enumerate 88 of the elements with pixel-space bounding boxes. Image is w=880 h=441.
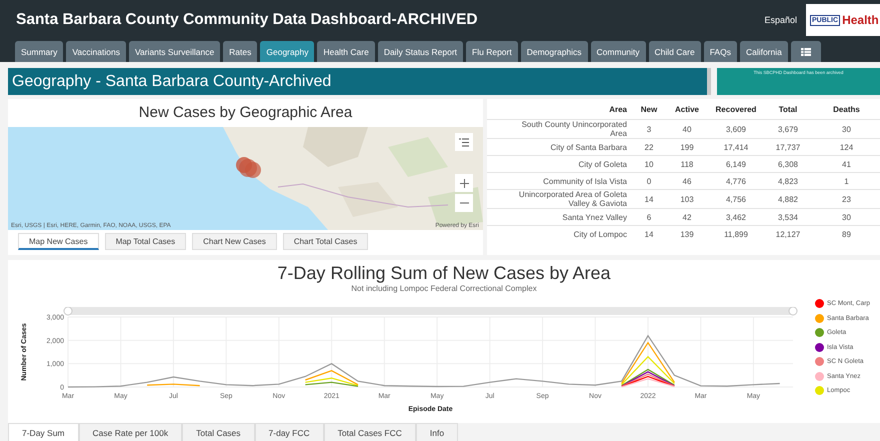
table-cell: 14 (633, 225, 665, 242)
table-cell: Unincorporated Area of Goleta Valley & Gaviota (487, 189, 633, 208)
table-icon-tab[interactable] (790, 41, 821, 62)
table-cell: 12,127 (763, 225, 813, 242)
table-cell: 6 (633, 208, 665, 225)
table-cell: 3,679 (763, 119, 813, 138)
nav-tab[interactable]: Demographics (520, 41, 588, 62)
legend-button[interactable] (455, 133, 473, 151)
nav-tab[interactable]: Summary (15, 41, 64, 62)
minus-icon (460, 202, 468, 204)
chart-tab[interactable]: Info (416, 423, 458, 441)
table-cell: South County Unincorporated Area (487, 119, 633, 138)
table-cell: 3,609 (709, 119, 763, 138)
plus-icon (460, 178, 468, 188)
column-header: Recovered (714, 104, 758, 116)
column-header: Deaths (832, 104, 861, 116)
table-cell: 30 (813, 119, 880, 138)
column-header: New (640, 104, 658, 116)
table-cell: 89 (813, 225, 880, 242)
table-cell: 4,823 (763, 172, 813, 189)
table-cell: Santa Ynez Valley (487, 208, 633, 225)
zoom-out-button[interactable] (455, 194, 473, 212)
table-cell: Community of Isla Vista (487, 172, 633, 189)
table-cell: City of Goleta (487, 155, 633, 172)
column-header: Area (608, 104, 628, 116)
table-cell: 1 (813, 172, 880, 189)
table-cell: 14 (633, 189, 665, 208)
nav-tab[interactable]: California (740, 41, 788, 62)
column-header: Active (674, 104, 700, 116)
table-cell: 6,308 (763, 155, 813, 172)
table-cell: 118 (665, 155, 709, 172)
table-cell: 11,899 (709, 225, 763, 242)
dashboard-title: Santa Barbara County Community Data Dashboard-ARCHIVED (16, 11, 479, 29)
table-cell: 4,776 (709, 172, 763, 189)
table-cell: 6,149 (709, 155, 763, 172)
table-cell: 22 (633, 138, 665, 155)
table-cell: 40 (665, 119, 709, 138)
table-cell: 3,534 (763, 208, 813, 225)
list-icon (459, 138, 469, 146)
nav-tab[interactable]: Daily Status Report (378, 41, 464, 62)
table-cell: 103 (665, 189, 709, 208)
table-cell: 3,462 (709, 208, 763, 225)
table-cell: 42 (665, 208, 709, 225)
map-tab[interactable]: Chart New Cases (192, 233, 277, 250)
nav-tab[interactable]: Child Care (648, 41, 701, 62)
table-cell: 4,756 (709, 189, 763, 208)
scroll-bar[interactable] (68, 307, 793, 315)
table-cell: 124 (813, 138, 880, 155)
nav-tab[interactable]: Health Care (317, 41, 375, 62)
nav-tab[interactable]: Geography (260, 41, 314, 62)
table-cell: 199 (665, 138, 709, 155)
zoom-in-button[interactable] (455, 174, 473, 192)
table-icon (800, 48, 811, 56)
chart-tab[interactable]: 7-Day Sum (8, 423, 79, 441)
table-cell: 23 (813, 189, 880, 208)
table-cell: 41 (813, 155, 880, 172)
chart-tab[interactable]: Total Cases (182, 423, 255, 441)
table-cell: 10 (633, 155, 665, 172)
range-handle[interactable] (788, 307, 798, 316)
table-cell: 17,414 (709, 138, 763, 155)
map-tab[interactable]: Map New Cases (18, 233, 99, 250)
panel-title: New Cases by Geographic Area (138, 103, 354, 123)
range-handle[interactable] (64, 307, 72, 316)
nav-tab[interactable]: Flu Report (466, 41, 518, 62)
table-cell: 3 (633, 119, 665, 138)
table-cell: 30 (813, 208, 880, 225)
chart-subtitle: Not including Lompoc Federal Correctional Complex (350, 284, 538, 293)
chart-tab[interactable]: 7-day FCC (254, 423, 324, 441)
column-header: Total (778, 104, 798, 116)
nav-tab[interactable]: FAQs (704, 41, 737, 62)
table-cell: 4,882 (763, 189, 813, 208)
page-title: Geography - Santa Barbara County-Archived (8, 68, 711, 95)
nav-tab[interactable]: Vaccinations (66, 41, 126, 62)
map-tab[interactable]: Map Total Cases (104, 233, 186, 250)
chart-tab[interactable]: Case Rate per 100k (78, 423, 182, 441)
nav-tab[interactable]: Rates (223, 41, 258, 62)
table-cell: City of Lompoc (487, 225, 633, 242)
map-tab[interactable]: Chart Total Cases (282, 233, 368, 250)
language-link[interactable]: Español (764, 15, 797, 25)
chart-tab[interactable]: Total Cases FCC (324, 423, 416, 441)
chart-title: 7-Day Rolling Sum of New Cases by Area (276, 263, 612, 284)
table-cell: 139 (665, 225, 709, 242)
table-cell: City of Santa Barbara (487, 138, 633, 155)
table-cell: 17,737 (763, 138, 813, 155)
nav-tab[interactable]: Variants Surveillance (128, 41, 220, 62)
nav-tab[interactable]: Community (590, 41, 646, 62)
table-cell: 46 (665, 172, 709, 189)
table-cell: 0 (633, 172, 665, 189)
